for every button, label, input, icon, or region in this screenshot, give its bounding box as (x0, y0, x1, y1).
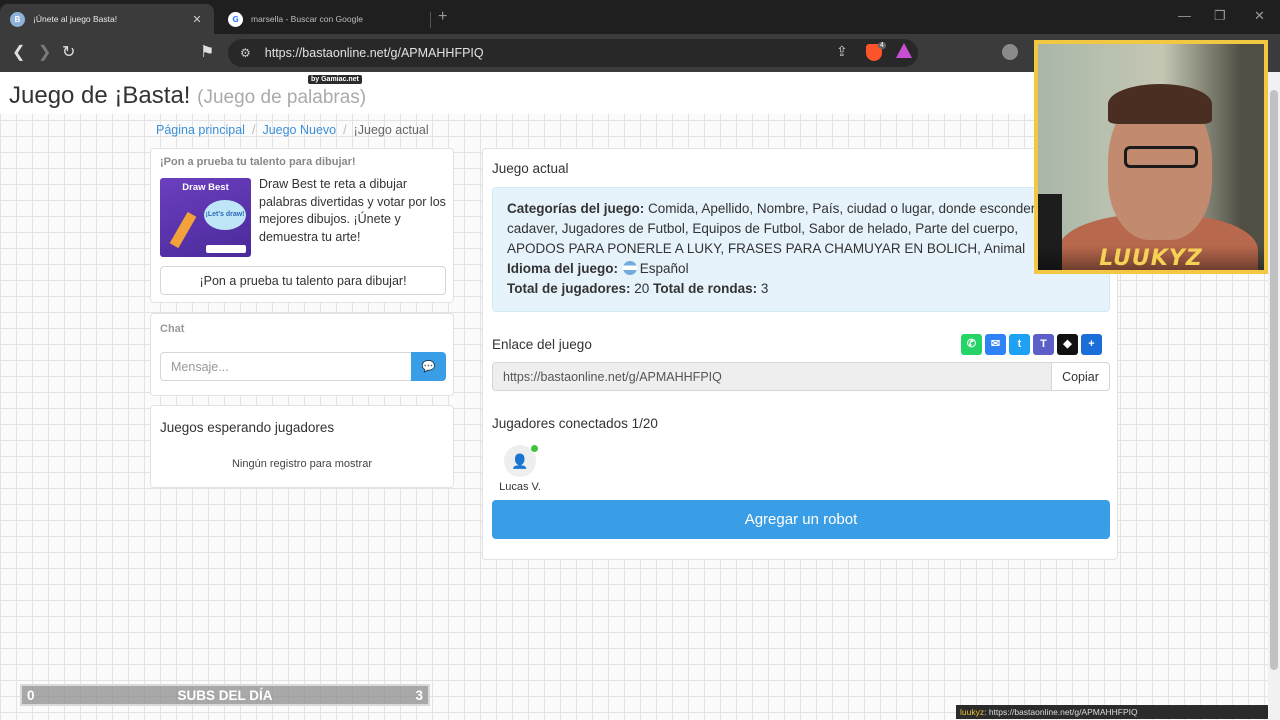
chat-message-input[interactable] (160, 352, 412, 381)
breadcrumb-separator: / (343, 123, 347, 137)
tab-title: marsella - Buscar con Google (251, 14, 363, 24)
tab-title: ¡Únete al juego Basta! (33, 14, 118, 24)
waiting-games-title: Juegos esperando jugadores (160, 420, 335, 435)
back-icon[interactable]: ❮ (12, 42, 25, 62)
pencil-icon (169, 211, 197, 249)
language-value: Español (639, 261, 689, 276)
draw-best-image-title: Draw Best (182, 182, 229, 193)
basta-favicon-icon: B (10, 11, 25, 27)
tab-basta[interactable]: B ¡Únete al juego Basta! ✕ (0, 4, 214, 34)
chat-send-button[interactable]: 💬 (411, 352, 446, 381)
share-icon[interactable]: ⇪ (836, 43, 848, 60)
profile-icon[interactable] (1002, 44, 1018, 60)
subs-right-count: 3 (415, 688, 423, 703)
promo-description: Draw Best te reta a dibujar palabras div… (259, 177, 446, 244)
teams-icon[interactable]: T (1033, 334, 1054, 355)
categories-text: Comida, Apellido, Nombre, País, ciudad o… (648, 201, 1073, 216)
breadcrumb-current: ¡Juego actual (353, 123, 429, 137)
breadcrumb: Página principal / Juego Nuevo / ¡Juego actu… (156, 123, 429, 137)
players-total-value: 20 (634, 281, 650, 296)
current-game-title: Juego actual (492, 161, 569, 176)
stream-chat-ticker: luukyz: https://bastaonline.net/g/APMAHH… (956, 705, 1268, 719)
streamer-hair (1108, 84, 1212, 124)
multiplayer-badge-icon (206, 245, 246, 253)
tab-divider (430, 12, 431, 28)
tab-google-search[interactable]: G marsella - Buscar con Google (218, 4, 430, 34)
minimize-icon[interactable]: — (1178, 8, 1191, 23)
language-line: Idioma del juego: Español (507, 259, 1095, 279)
argentina-flag-icon (622, 261, 637, 275)
language-label: Idioma del juego: (507, 261, 619, 276)
webcam-overlay: LUUKYZ (1034, 40, 1268, 274)
page-title-text: Juego de ¡Basta! (9, 82, 191, 109)
cloud-bubble-icon: ¡Let's draw! (204, 200, 246, 230)
chat-card: Chat 💬 (150, 313, 454, 396)
twitter-icon[interactable]: t (1009, 334, 1030, 355)
maximize-icon[interactable]: ❐ (1214, 8, 1226, 24)
categories-line: APODOS PARA PONERLE A LUKY, FRASES PARA … (507, 241, 1026, 256)
connected-players-title: Jugadores conectados 1/20 (492, 416, 658, 431)
address-bar[interactable]: ⚙ https://bastaonline.net/g/APMAHHFPIQ (228, 39, 918, 67)
new-tab-icon[interactable]: + (438, 8, 447, 26)
waiting-games-card: Juegos esperando jugadores Ningún regist… (150, 405, 454, 488)
promo-draw-button[interactable]: ¡Pon a prueba tu talento para dibujar! (160, 266, 446, 295)
draw-best-promo-card: ¡Pon a prueba tu talento para dibujar! D… (150, 148, 454, 303)
page-title: Juego de ¡Basta! (Juego de palabras) (9, 82, 366, 110)
game-info-panel: Categorías del juego: Comida, Apellido, … (492, 187, 1110, 312)
site-info-icon[interactable]: ⚙ (240, 46, 251, 60)
google-favicon-icon: G (228, 11, 243, 27)
ticker-username: luukyz (960, 707, 985, 717)
categories-label: Categorías del juego: (507, 201, 645, 216)
messenger-icon[interactable]: ✉ (985, 334, 1006, 355)
rounds-total-value: 3 (760, 281, 769, 296)
copy-link-button[interactable]: Copiar (1051, 362, 1110, 391)
player-name: Lucas V. (499, 481, 541, 493)
player-card[interactable]: 👤 Lucas V. (497, 443, 541, 495)
close-window-icon[interactable]: ✕ (1254, 8, 1265, 24)
breadcrumb-new-game-link[interactable]: Juego Nuevo (262, 123, 336, 137)
chat-bubble-icon: 💬 (421, 361, 436, 373)
whatsapp-icon[interactable]: ✆ (961, 334, 982, 355)
page-scrollbar[interactable] (1268, 72, 1280, 720)
draw-best-image[interactable]: Draw Best ¡Let's draw! (160, 178, 251, 257)
totals-line: Total de jugadores: 20 Total de rondas: … (507, 279, 1095, 299)
shields-count-badge: 4 (878, 42, 886, 49)
streamer-glasses (1124, 146, 1198, 168)
brave-rewards-icon[interactable] (896, 43, 912, 58)
subs-of-day-bar: 0 SUBS DEL DÍA 3 (20, 684, 430, 706)
game-link-input[interactable] (492, 362, 1052, 391)
reload-icon[interactable]: ↻ (62, 42, 75, 62)
forward-icon[interactable]: ❯ (38, 42, 51, 62)
rounds-total-label: Total de rondas: (653, 281, 758, 296)
current-game-card: Juego actual Categorías del juego: Comid… (482, 148, 1118, 560)
share-more-icon[interactable]: + (1081, 334, 1102, 355)
categories-line: Categorías del juego: Comida, Apellido, … (507, 199, 1095, 219)
game-link-title: Enlace del juego (492, 337, 592, 352)
ticker-message: : https://bastaonline.net/g/APMAHHFPIQ (984, 707, 1138, 717)
categories-line: cadaver, Jugadores de Futbol, Equipos de… (507, 221, 1019, 236)
webcam-label: LUUKYZ (1038, 246, 1264, 270)
breadcrumb-home-link[interactable]: Página principal (156, 123, 245, 137)
waiting-games-empty: Ningún registro para mostrar (231, 458, 372, 470)
gamiac-badge[interactable]: by Gamiac.net (308, 75, 362, 84)
promo-title: ¡Pon a prueba tu talento para dibujar! (160, 156, 356, 168)
chat-title: Chat (160, 323, 185, 335)
subs-title: SUBS DEL DÍA (177, 688, 273, 703)
bookmark-icon[interactable]: ⚑ (200, 42, 214, 62)
players-total-label: Total de jugadores: (507, 281, 631, 296)
online-status-icon (531, 445, 538, 452)
address-url: https://bastaonline.net/g/APMAHHFPIQ (264, 46, 484, 60)
snapchat-icon[interactable]: ◆ (1057, 334, 1078, 355)
scrollbar-thumb[interactable] (1270, 90, 1278, 670)
page-subtitle: (Juego de palabras) (197, 87, 367, 108)
add-robot-button[interactable]: Agregar un robot (492, 500, 1110, 539)
close-tab-icon[interactable]: ✕ (190, 13, 204, 26)
browser-tab-bar: B ¡Únete al juego Basta! ✕ G marsella - … (0, 0, 1280, 34)
breadcrumb-separator: / (251, 123, 256, 137)
